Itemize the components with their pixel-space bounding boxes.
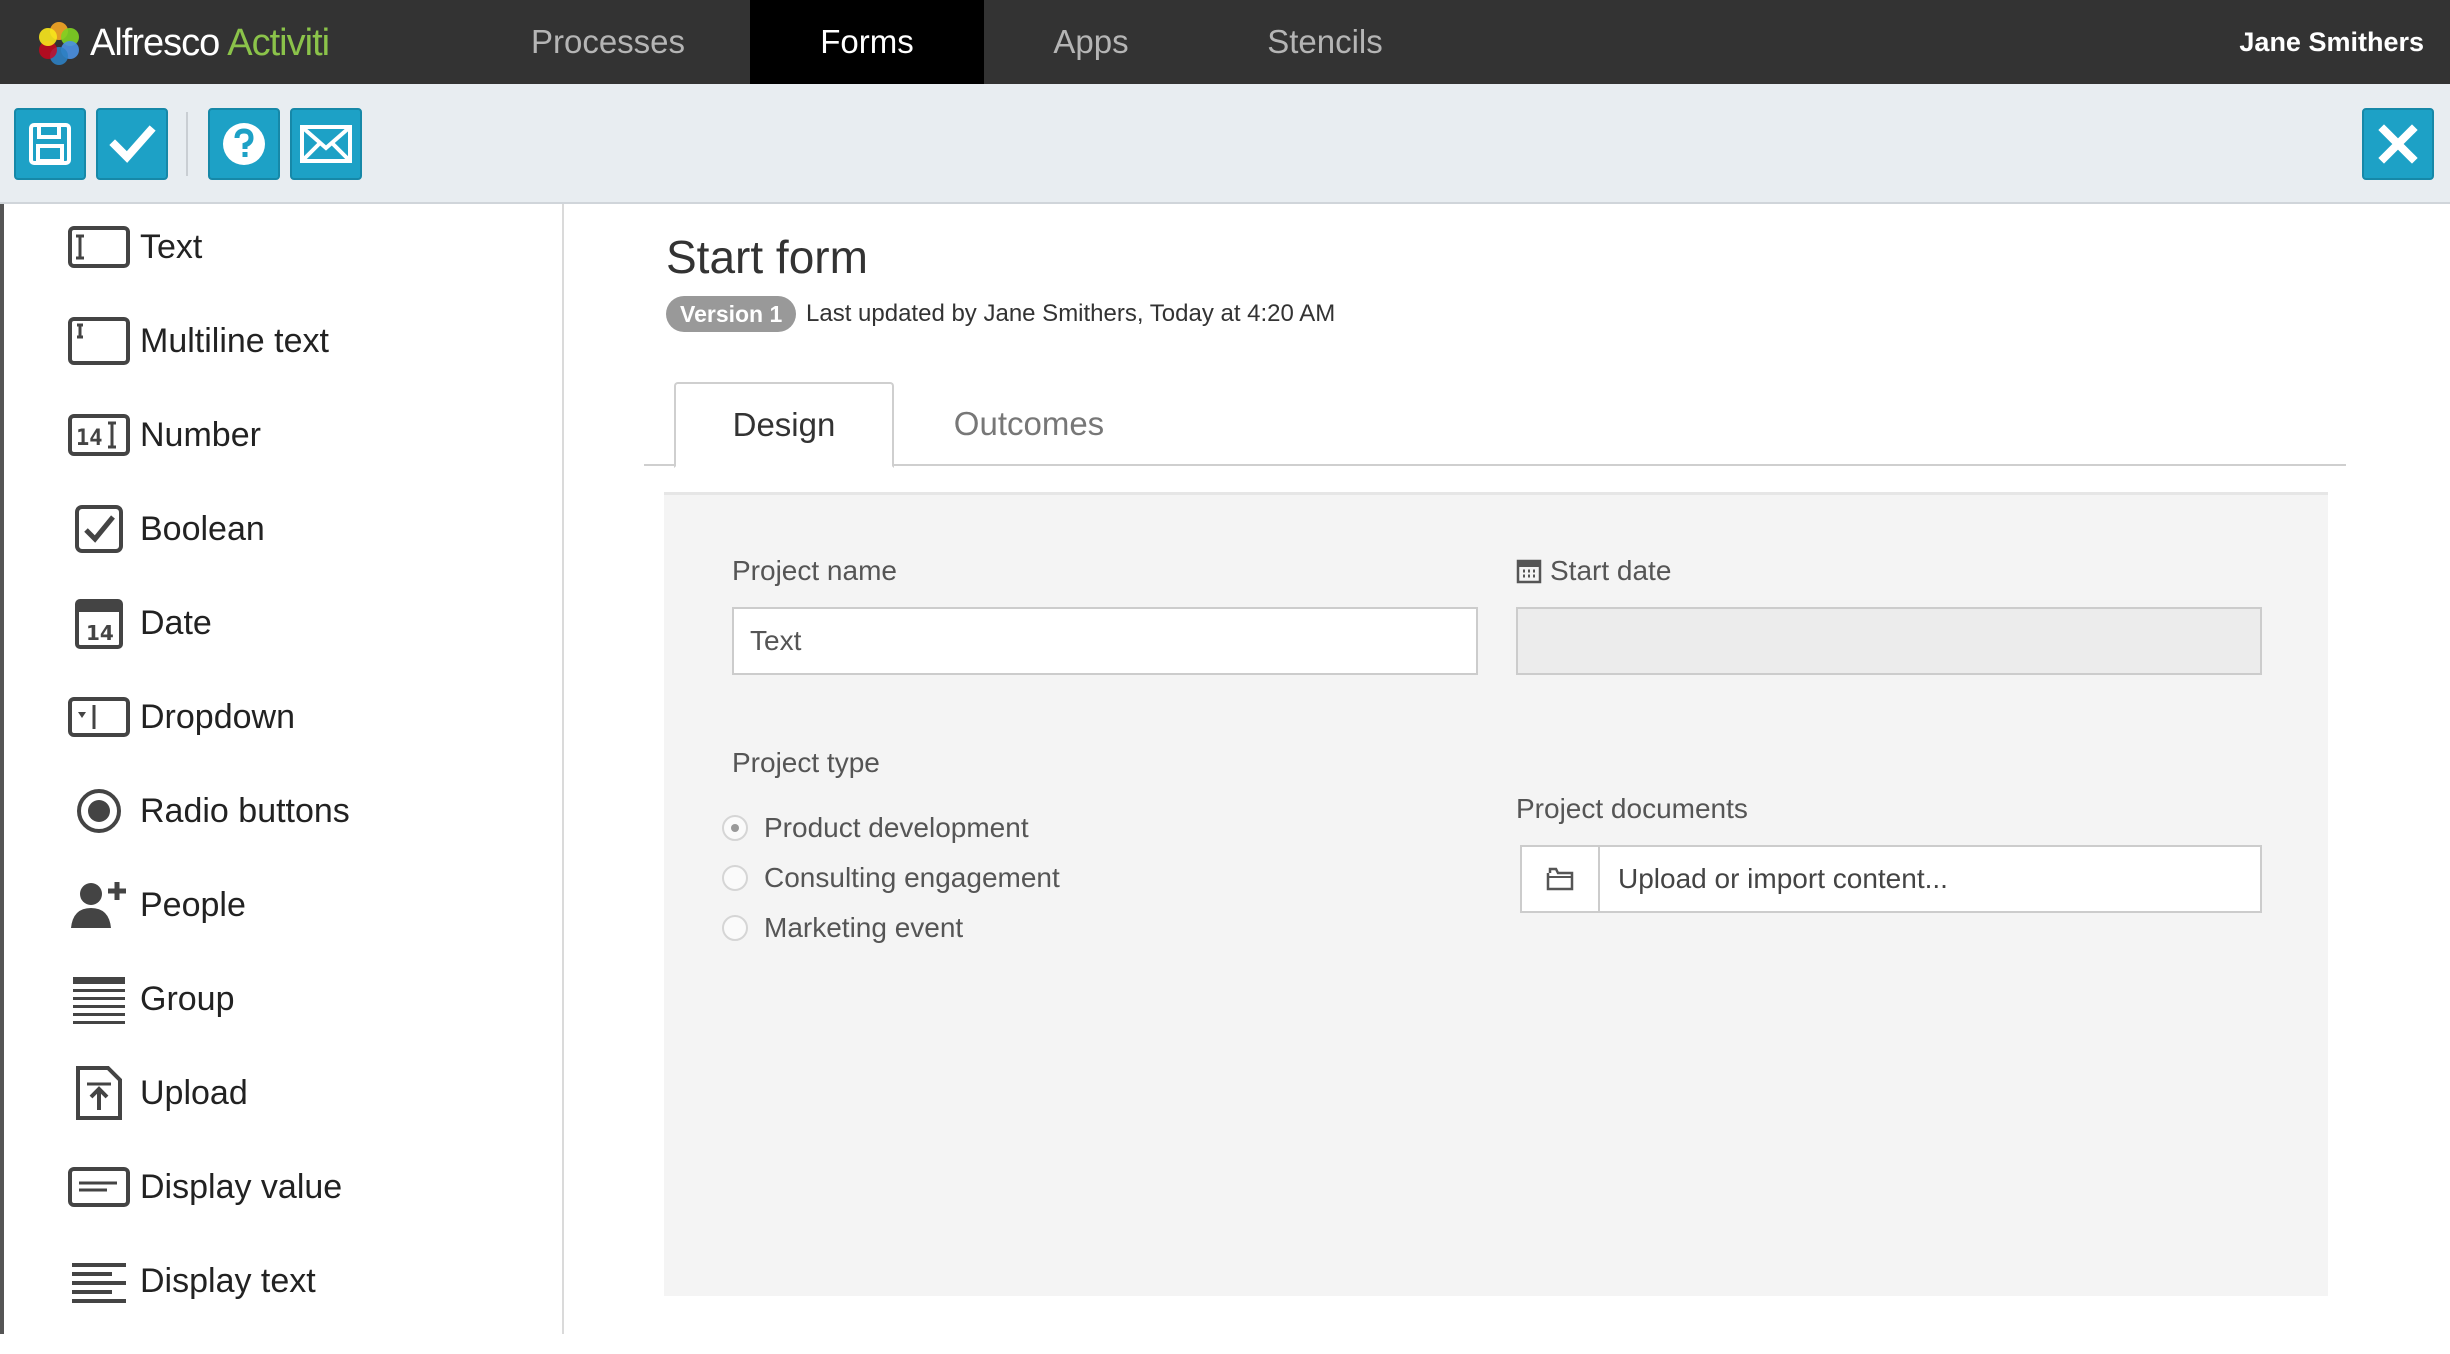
display-value-icon xyxy=(62,1152,136,1222)
folder-icon xyxy=(1546,867,1574,891)
toolbar-divider xyxy=(186,112,188,176)
project-type-label: Project type xyxy=(732,747,880,778)
form-title: Start form xyxy=(666,231,868,283)
upload-icon xyxy=(62,1058,136,1128)
editor-tabs: Design Outcomes xyxy=(644,382,2346,468)
project-name-label: Project name xyxy=(732,555,897,586)
tab-outcomes[interactable]: Outcomes xyxy=(904,382,1154,466)
nav-tab-label: Stencils xyxy=(1267,23,1383,60)
form-editor: Start form Version 1 Last updated by Jan… xyxy=(566,204,2450,1354)
group-icon xyxy=(62,964,136,1034)
upload-browse-button[interactable] xyxy=(1522,847,1600,911)
palette-item-date[interactable]: 14 Date xyxy=(62,588,212,658)
person-add-icon xyxy=(62,870,136,940)
palette-item-label: Dropdown xyxy=(140,697,295,736)
checkmark-icon xyxy=(109,125,156,163)
start-date-label-text: Start date xyxy=(1550,555,1672,586)
palette-item-label: Date xyxy=(140,603,212,642)
radio-option-label: Consulting engagement xyxy=(764,862,1060,893)
text-field-icon xyxy=(62,212,136,282)
palette-item-label: Boolean xyxy=(140,509,265,548)
palette-item-number[interactable]: 14 Number xyxy=(62,400,261,470)
validate-button[interactable] xyxy=(96,108,168,180)
top-nav-bar: Alfresco Activiti Processes Forms Apps S… xyxy=(0,0,2450,98)
palette-item-upload[interactable]: Upload xyxy=(62,1058,248,1128)
radio-icon xyxy=(62,776,136,846)
field-palette: Text Multiline text 14 Number Boolean 14… xyxy=(0,204,564,1334)
radio-option-product-development[interactable]: Product development xyxy=(722,805,1029,851)
checkbox-icon xyxy=(62,494,136,564)
logo-text-primary: Alfresco xyxy=(90,21,220,64)
logo-text-secondary: Activiti xyxy=(227,21,330,64)
start-date-label: Start date xyxy=(1516,555,1671,587)
tab-label: Design xyxy=(732,406,836,443)
radio-option-label: Product development xyxy=(764,812,1029,843)
project-name-field[interactable]: Text xyxy=(732,607,1478,675)
palette-item-display-text[interactable]: Display text xyxy=(62,1246,316,1316)
mail-icon xyxy=(300,125,352,163)
palette-item-radio-buttons[interactable]: Radio buttons xyxy=(62,776,350,846)
last-updated-text: Last updated by Jane Smithers, Today at … xyxy=(806,300,1336,327)
upload-placeholder: Upload or import content... xyxy=(1618,863,1948,894)
feedback-button[interactable] xyxy=(290,108,362,180)
palette-item-label: Multiline text xyxy=(140,321,329,360)
radio-option-label: Marketing event xyxy=(764,912,964,943)
palette-item-text[interactable]: Text xyxy=(62,212,202,282)
project-documents-label: Project documents xyxy=(1516,793,1748,824)
version-badge: Version 1 xyxy=(666,296,797,332)
svg-text:14: 14 xyxy=(86,621,114,645)
close-icon xyxy=(2378,124,2418,164)
palette-item-label: Display value xyxy=(140,1167,343,1206)
app-logo[interactable]: Alfresco Activiti xyxy=(34,18,330,68)
start-date-field[interactable] xyxy=(1516,607,2262,675)
calendar-icon: 14 xyxy=(62,588,136,658)
alfresco-flower-icon xyxy=(39,22,79,65)
display-text-icon xyxy=(62,1246,136,1316)
close-button[interactable] xyxy=(2362,108,2434,180)
palette-item-label: Radio buttons xyxy=(140,791,350,830)
palette-item-group[interactable]: Group xyxy=(62,964,235,1034)
palette-item-label: Number xyxy=(140,415,261,454)
palette-item-people[interactable]: People xyxy=(62,870,246,940)
help-button[interactable] xyxy=(208,108,280,180)
nav-tab-label: Apps xyxy=(1053,23,1129,60)
palette-item-multiline-text[interactable]: Multiline text xyxy=(62,306,329,376)
svg-text:14: 14 xyxy=(76,426,103,451)
radio-button[interactable] xyxy=(722,915,748,941)
radio-button[interactable] xyxy=(722,865,748,891)
help-icon xyxy=(223,123,265,165)
radio-option-marketing-event[interactable]: Marketing event xyxy=(722,905,963,951)
radio-button-checked[interactable] xyxy=(722,815,748,841)
tab-label: Outcomes xyxy=(953,405,1105,442)
form-design-canvas[interactable]: Project name Text Start date Project typ… xyxy=(664,492,2328,1296)
palette-item-label: Upload xyxy=(140,1073,248,1112)
palette-item-label: Display text xyxy=(140,1261,316,1300)
multiline-text-icon xyxy=(62,306,136,376)
nav-tab-label: Processes xyxy=(530,23,686,60)
palette-item-label: People xyxy=(140,885,246,924)
palette-item-display-value[interactable]: Display value xyxy=(62,1152,342,1222)
calendar-icon xyxy=(1516,559,1542,584)
nav-tab-label: Forms xyxy=(820,23,914,60)
palette-item-label: Text xyxy=(140,227,203,266)
palette-item-dropdown[interactable]: Dropdown xyxy=(62,682,295,752)
tab-design[interactable]: Design xyxy=(674,382,894,468)
palette-item-boolean[interactable]: Boolean xyxy=(62,494,265,564)
nav-tab-apps[interactable]: Apps xyxy=(1030,0,1152,84)
nav-tab-stencils[interactable]: Stencils xyxy=(1240,0,1410,84)
palette-item-label: Group xyxy=(140,979,235,1018)
nav-tab-processes[interactable]: Processes xyxy=(500,0,716,84)
dropdown-icon xyxy=(62,682,136,752)
save-icon xyxy=(29,123,71,165)
number-icon: 14 xyxy=(62,400,136,470)
radio-option-consulting-engagement[interactable]: Consulting engagement xyxy=(722,855,1060,901)
project-documents-upload[interactable]: Upload or import content... xyxy=(1520,845,2262,913)
project-name-value: Text xyxy=(750,625,802,656)
nav-tab-forms[interactable]: Forms xyxy=(750,0,984,98)
save-button[interactable] xyxy=(14,108,86,180)
user-menu[interactable]: Jane Smithers xyxy=(2239,0,2424,84)
editor-toolbar xyxy=(0,84,2450,204)
